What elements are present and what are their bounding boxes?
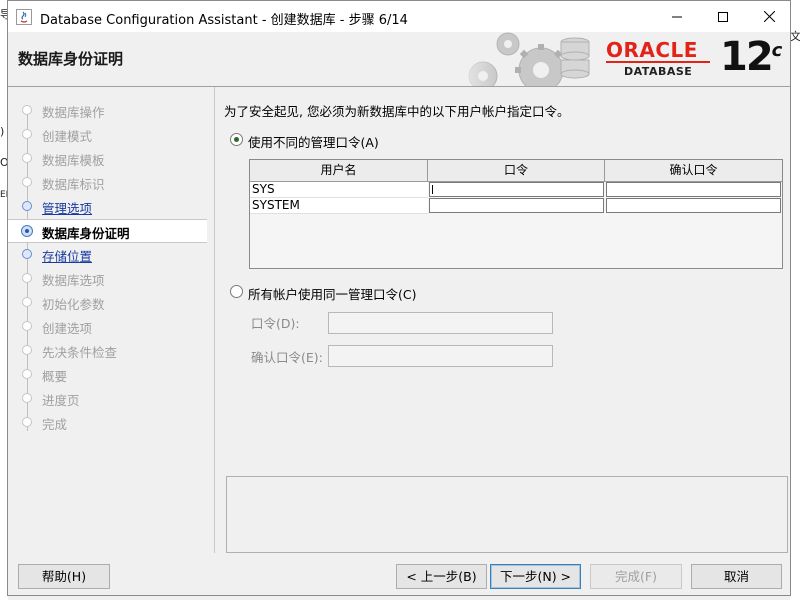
step-label[interactable]: 存储位置 (42, 246, 92, 265)
step-item: 初始化参数 (8, 291, 207, 313)
maximize-icon (718, 11, 728, 22)
maximize-button[interactable] (700, 1, 746, 32)
step-indicator-icon (22, 393, 32, 403)
step-label: 创建模式 (42, 129, 93, 144)
step-navigation: 数据库操作创建模式数据库模板数据库标识管理选项数据库身份证明 存储位置数据库选项初… (8, 87, 208, 552)
oracle-wordmark: ORACLE (606, 38, 698, 62)
shared-confirm-field (328, 345, 553, 367)
step-label: 进度页 (42, 393, 80, 408)
gears-graphic-icon (453, 32, 603, 86)
step-indicator-icon (22, 345, 32, 355)
step-indicator-icon (22, 297, 32, 307)
step-item: 数据库操作 (8, 99, 207, 121)
step-item[interactable]: 数据库身份证明 (8, 219, 207, 243)
system-password-field[interactable] (429, 198, 604, 213)
java-app-icon (16, 9, 32, 25)
version-number: 12 (720, 34, 774, 80)
step-label: 数据库模板 (42, 153, 105, 168)
oracle-logo: ORACLE DATABASE (606, 38, 716, 78)
step-indicator-icon (21, 225, 33, 237)
version-suffix: c (771, 40, 783, 61)
oracle-rule (606, 61, 710, 63)
table-row-user: SYS (250, 182, 428, 198)
window-title: Database Configuration Assistant - 创建数据库… (40, 13, 408, 28)
sys-confirm-field[interactable] (606, 182, 781, 197)
next-button[interactable]: 下一步(N) > (490, 564, 581, 589)
step-label: 先决条件检查 (42, 345, 118, 360)
step-indicator-icon (22, 129, 32, 139)
step-item: 完成 (8, 411, 207, 433)
step-indicator-icon (22, 321, 32, 331)
step-label: 数据库操作 (42, 105, 105, 120)
step-indicator-icon (22, 177, 32, 187)
step-label: 数据库标识 (42, 177, 105, 192)
dbca-window: Database Configuration Assistant - 创建数据库… (7, 0, 791, 596)
step-label[interactable]: 管理选项 (42, 198, 92, 217)
step-item: 创建模式 (8, 123, 207, 145)
step-item: 先决条件检查 (8, 339, 207, 361)
close-icon (763, 11, 775, 22)
back-button[interactable]: < 上一步(B) (396, 564, 487, 589)
step-item: 创建选项 (8, 315, 207, 337)
finish-button: 完成(F) (590, 564, 682, 589)
step-indicator-icon (22, 201, 32, 211)
step-indicator-icon (22, 369, 32, 379)
column-header-confirm: 确认口令 (605, 160, 782, 182)
password-table: 用户名 口令 确认口令 SYS SYSTEM (249, 159, 783, 269)
step-indicator-icon (22, 417, 32, 427)
step-item: 数据库选项 (8, 267, 207, 289)
step-indicator-icon (22, 249, 32, 259)
instruction-text: 为了安全起见, 您必须为新数据库中的以下用户帐户指定口令。 (224, 104, 570, 119)
step-label: 完成 (42, 417, 68, 432)
minimize-icon (672, 16, 682, 17)
background-text: ) (0, 125, 5, 138)
password-label: 口令(D): (251, 316, 300, 331)
step-label: 创建选项 (42, 321, 93, 336)
oracle-database-label: DATABASE (624, 65, 693, 78)
help-button[interactable]: 帮助(H) (18, 564, 110, 589)
cancel-button[interactable]: 取消 (691, 564, 782, 589)
table-row-user: SYSTEM (250, 198, 428, 214)
step-item: 数据库模板 (8, 147, 207, 169)
column-header-password: 口令 (428, 160, 605, 182)
step-label: 概要 (42, 369, 68, 384)
step-label: 初始化参数 (42, 297, 105, 312)
step-indicator-icon (22, 105, 32, 115)
radio-same-password-label[interactable]: 所有帐户使用同一管理口令(C) (248, 284, 416, 303)
nav-divider (214, 87, 215, 553)
system-confirm-field[interactable] (606, 198, 781, 213)
radio-different-passwords-label[interactable]: 使用不同的管理口令(A) (248, 132, 379, 151)
step-item: 数据库标识 (8, 171, 207, 193)
step-indicator-icon (22, 153, 32, 163)
radio-different-passwords[interactable] (230, 133, 243, 146)
radio-same-password[interactable] (230, 285, 243, 298)
minimize-button[interactable] (654, 1, 700, 32)
shared-password-field (328, 312, 553, 334)
step-item: 进度页 (8, 387, 207, 409)
step-item[interactable]: 管理选项 (8, 195, 207, 217)
column-header-username: 用户名 (250, 160, 428, 182)
message-panel (226, 476, 788, 553)
step-item[interactable]: 存储位置 (8, 243, 207, 265)
text-caret (432, 185, 433, 194)
step-label[interactable]: 数据库身份证明 (42, 223, 130, 242)
page-title: 数据库身份证明 (18, 50, 124, 68)
close-button[interactable] (746, 1, 792, 32)
step-item: 概要 (8, 363, 207, 385)
main-panel: 为了安全起见, 您必须为新数据库中的以下用户帐户指定口令。 使用不同的管理口令(… (222, 87, 788, 553)
confirm-password-label: 确认口令(E): (251, 350, 323, 365)
step-indicator-icon (22, 273, 32, 283)
version-logo: 12c (720, 34, 782, 80)
header-banner: 数据库身份证明 ORACLE DATABASE 12c (8, 32, 790, 87)
step-label: 数据库选项 (42, 273, 105, 288)
background-window-right: 文 (790, 0, 800, 600)
sys-password-field[interactable] (429, 182, 604, 197)
title-bar[interactable]: Database Configuration Assistant - 创建数据库… (8, 1, 790, 32)
